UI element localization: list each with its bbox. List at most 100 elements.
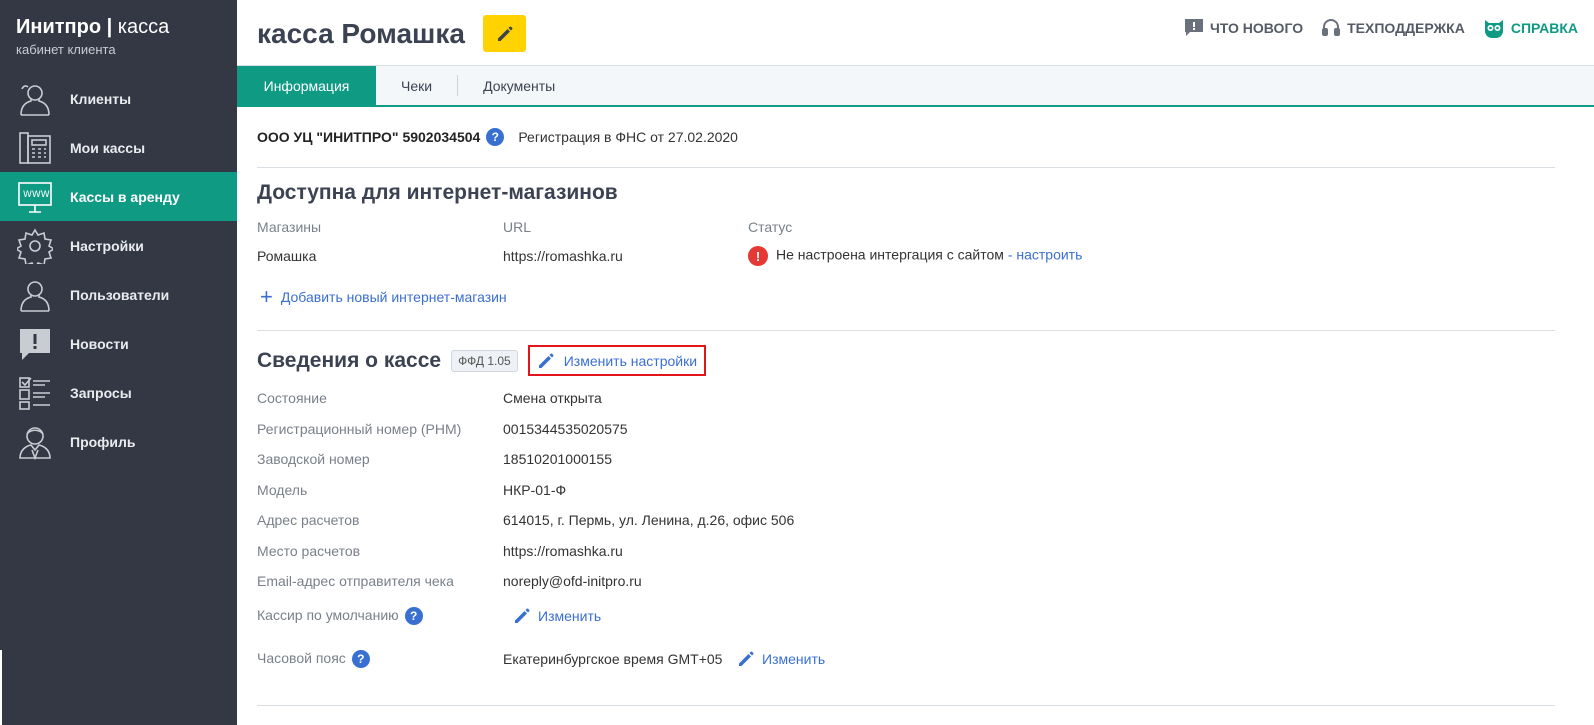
status-text: Не настроена интергация с сайтом bbox=[776, 246, 1004, 263]
help-icon[interactable]: ? bbox=[486, 128, 505, 146]
top-links: ЧТО НОВОГО ТЕХПОДДЕРЖКА СПРАВКА bbox=[1166, 18, 1578, 38]
plus-icon: + bbox=[260, 284, 273, 309]
help-link[interactable]: СПРАВКА bbox=[1483, 18, 1578, 38]
sidebar-item-my-kassas[interactable]: Мои кассы bbox=[0, 123, 237, 172]
prop-value-model: НКР-01-Ф bbox=[503, 482, 567, 498]
whats-new-link[interactable]: ЧТО НОВОГО bbox=[1184, 18, 1303, 38]
column-header-shops: Магазины bbox=[257, 219, 322, 235]
ffd-badge: ФФД 1.05 bbox=[451, 349, 518, 372]
brand[interactable]: Инитпро | касса кабинет клиента bbox=[0, 0, 237, 74]
edit-timezone-label: Изменить bbox=[762, 651, 826, 667]
cash-register-icon bbox=[0, 123, 70, 172]
tab-information[interactable]: Информация bbox=[237, 66, 376, 105]
shop-name: Ромашка bbox=[257, 248, 317, 264]
gear-icon bbox=[0, 221, 70, 270]
cashier-label: Кассир по умолчанию bbox=[257, 607, 399, 623]
column-header-status: Статус bbox=[748, 219, 793, 235]
news-icon bbox=[1184, 19, 1203, 36]
header: касса Ромашка ЧТО НОВОГО ТЕХПОДДЕРЖКА СП… bbox=[237, 0, 1594, 66]
tab-bar: Информация Чеки Документы bbox=[237, 66, 1594, 107]
section-divider bbox=[257, 330, 1555, 331]
sidebar-item-profile[interactable]: Профиль bbox=[0, 417, 237, 466]
sidebar-edge bbox=[0, 650, 2, 725]
prop-label-address: Адрес расчетов bbox=[257, 512, 360, 528]
edit-settings-label: Изменить настройки bbox=[563, 352, 698, 369]
sidebar-item-label: Новости bbox=[70, 335, 129, 352]
prop-value-timezone: Екатеринбургское время GMT+05 bbox=[503, 651, 723, 667]
edit-timezone-button[interactable]: Изменить bbox=[736, 649, 825, 669]
kassa-section-title: Сведения о кассе bbox=[257, 348, 442, 372]
section-divider bbox=[257, 705, 1555, 706]
brand-product: касса bbox=[117, 16, 170, 38]
kassa-section-header: Сведения о кассе ФФД 1.05 Изменить настр… bbox=[257, 345, 706, 376]
brand-separator: | bbox=[106, 16, 113, 38]
page-title: касса Ромашка bbox=[257, 18, 465, 49]
sidebar-item-label: Мои кассы bbox=[70, 139, 146, 156]
pencil-icon bbox=[515, 608, 530, 623]
prop-label-place: Место расчетов bbox=[257, 543, 361, 559]
prop-value-email: noreply@ofd-initpro.ru bbox=[503, 573, 642, 589]
pencil-icon bbox=[497, 26, 512, 41]
help-icon[interactable]: ? bbox=[404, 607, 423, 626]
registration-date: Регистрация в ФНС от 27.02.2020 bbox=[518, 129, 738, 145]
pencil-icon bbox=[538, 353, 554, 368]
support-link[interactable]: ТЕХПОДДЕРЖКА bbox=[1321, 18, 1465, 38]
shops-section-title: Доступна для интернет-магазинов bbox=[257, 181, 618, 204]
checklist-icon bbox=[0, 368, 70, 417]
help-icon[interactable]: ? bbox=[351, 650, 370, 669]
timezone-label: Часовой пояс bbox=[257, 650, 346, 666]
prop-value-serial: 18510201000155 bbox=[503, 451, 613, 467]
whats-new-label: ЧТО НОВОГО bbox=[1209, 20, 1304, 36]
profile-icon bbox=[0, 417, 70, 466]
pencil-icon bbox=[739, 651, 754, 666]
error-icon: ! bbox=[748, 246, 768, 266]
prop-value-address: 614015, г. Пермь, ул. Ленина, д.26, офис… bbox=[503, 512, 795, 528]
sidebar-item-label: Пользователи bbox=[70, 286, 170, 303]
support-label: ТЕХПОДДЕРЖКА bbox=[1347, 20, 1465, 36]
sidebar: Инитпро | касса кабинет клиента Клиенты … bbox=[0, 0, 237, 725]
sidebar-item-label: Профиль bbox=[70, 433, 136, 450]
help-label: СПРАВКА bbox=[1510, 20, 1578, 36]
prop-label-timezone: Часовой пояс? bbox=[257, 650, 370, 669]
shop-status: ! Не настроена интергация с сайтом - наст… bbox=[748, 246, 1082, 266]
org-name: ООО УЦ "ИНИТПРО" 5902034504 bbox=[257, 129, 481, 145]
edit-cashier-button[interactable]: Изменить bbox=[512, 606, 601, 626]
sidebar-nav: Клиенты Мои кассы WWW Кассы в аренду Нас… bbox=[0, 74, 237, 466]
headset-icon bbox=[1322, 19, 1341, 36]
prop-label-email: Email-адрес отправителя чека bbox=[257, 573, 454, 589]
brand-name: Инитпро bbox=[16, 16, 102, 38]
edit-settings-button[interactable]: Изменить настройки bbox=[527, 345, 706, 376]
prop-value-place: https://romashka.ru bbox=[503, 543, 623, 559]
owl-icon bbox=[1484, 20, 1503, 38]
sidebar-item-news[interactable]: Новости bbox=[0, 319, 237, 368]
prop-value-rnm: 0015344535020575 bbox=[503, 421, 628, 437]
tab-checks[interactable]: Чеки bbox=[376, 66, 457, 105]
sidebar-item-rent-kassas[interactable]: WWW Кассы в аренду bbox=[0, 172, 237, 221]
main-content: ООО УЦ "ИНИТПРО" 5902034504 ? Регистраци… bbox=[257, 107, 1555, 706]
configure-link[interactable]: - настроить bbox=[1008, 247, 1083, 263]
edit-title-button[interactable] bbox=[483, 15, 526, 52]
sidebar-item-settings[interactable]: Настройки bbox=[0, 221, 237, 270]
svg-text:WWW: WWW bbox=[23, 190, 50, 200]
prop-value-state: Смена открыта bbox=[503, 390, 602, 406]
tab-documents[interactable]: Документы bbox=[458, 66, 580, 105]
news-icon bbox=[0, 319, 70, 368]
brand-title: Инитпро | касса bbox=[16, 14, 221, 40]
org-line: ООО УЦ "ИНИТПРО" 5902034504 ? Регистраци… bbox=[257, 107, 1555, 168]
add-shop-link[interactable]: + Добавить новый интернет-магазин bbox=[260, 284, 507, 309]
sidebar-item-users[interactable]: Пользователи bbox=[0, 270, 237, 319]
column-header-url: URL bbox=[503, 219, 532, 235]
prop-label-rnm: Регистрационный номер (РНМ) bbox=[257, 421, 462, 437]
prop-label-model: Модель bbox=[257, 482, 308, 498]
brand-subtitle: кабинет клиента bbox=[16, 42, 116, 57]
shop-url: https://romashka.ru bbox=[503, 248, 623, 264]
sidebar-item-label: Настройки bbox=[70, 237, 144, 254]
prop-label-state: Состояние bbox=[257, 390, 327, 406]
prop-label-cashier: Кассир по умолчанию? bbox=[257, 607, 423, 626]
edit-cashier-label: Изменить bbox=[538, 608, 602, 624]
users-icon bbox=[0, 270, 70, 319]
sidebar-item-requests[interactable]: Запросы bbox=[0, 368, 237, 417]
sidebar-item-clients[interactable]: Клиенты bbox=[0, 74, 237, 123]
www-monitor-icon: WWW bbox=[0, 172, 70, 221]
sidebar-item-label: Клиенты bbox=[70, 90, 132, 107]
